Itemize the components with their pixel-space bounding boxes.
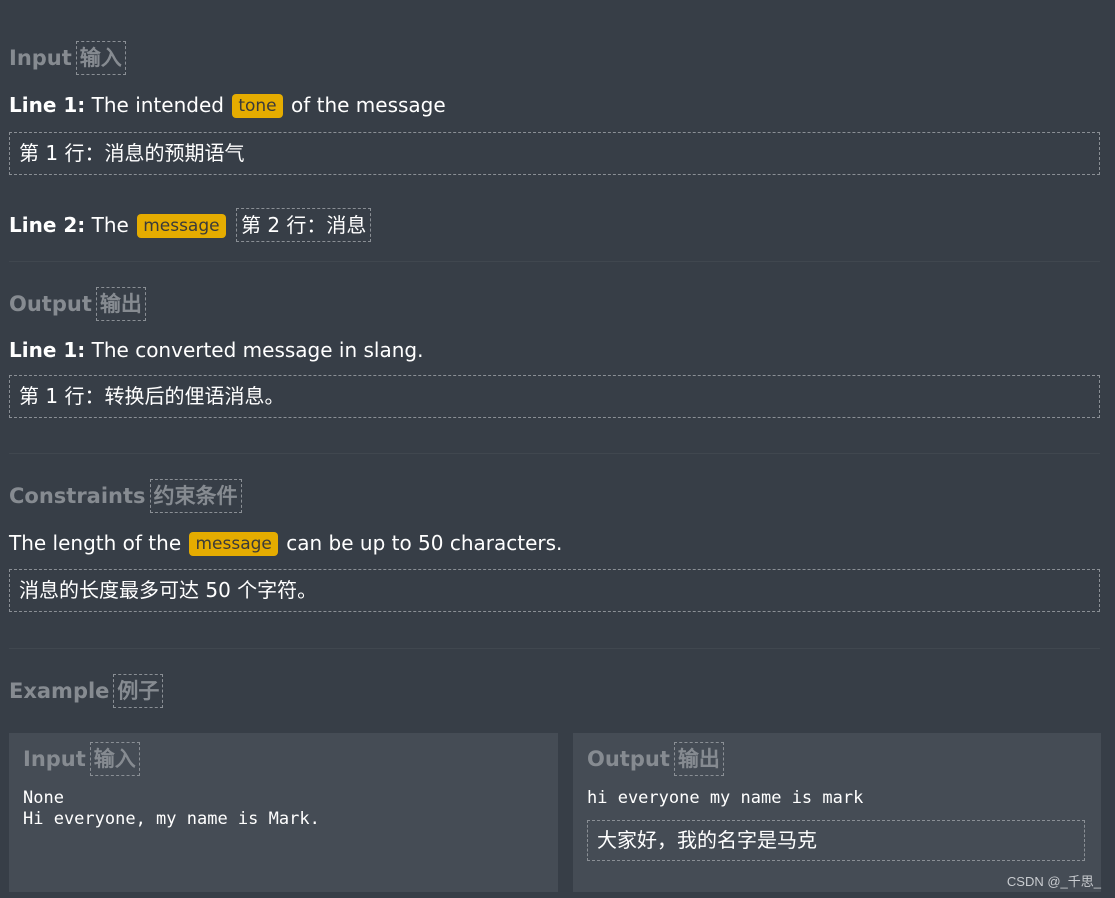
constraints-post: can be up to 50 characters.: [286, 531, 563, 555]
example-output-heading: Output 输出: [587, 742, 724, 776]
input-line-1-post: of the message: [290, 93, 446, 117]
example-heading-text: Example: [9, 679, 110, 703]
message-tag: message: [189, 532, 278, 556]
constraints-heading: Constraints 约束条件: [9, 479, 242, 513]
input-line-1-label: Line 1:: [9, 93, 86, 117]
input-line-1-pre: The intended: [91, 93, 224, 117]
message-tag: message: [137, 214, 226, 238]
constraints-pre: The length of the: [9, 531, 182, 555]
input-line-2-translation: 第 2 行：消息: [235, 208, 372, 242]
output-line-1-translation: 第 1 行：转换后的俚语消息。: [9, 375, 1100, 418]
input-line-1-translation: 第 1 行：消息的预期语气: [9, 132, 1100, 175]
input-line-2-label: Line 2:: [9, 213, 86, 237]
divider: [9, 261, 1100, 262]
divider: [9, 453, 1100, 454]
example-output-heading-translation: 输出: [673, 742, 724, 776]
constraints-line: The length of the message can be up to 5…: [9, 528, 562, 558]
input-heading: Input 输入: [9, 41, 126, 75]
output-heading-translation: 输出: [95, 287, 146, 321]
divider: [9, 648, 1100, 649]
input-line-1: Line 1: The intended tone of the message: [9, 90, 446, 120]
tone-tag: tone: [232, 94, 283, 118]
csdn-watermark: CSDN @_千思_: [1006, 874, 1101, 889]
example-output-heading-text: Output: [587, 747, 670, 771]
example-input-code: None Hi everyone, my name is Mark.: [23, 788, 320, 829]
constraints-heading-text: Constraints: [9, 484, 146, 508]
constraints-heading-translation: 约束条件: [149, 479, 242, 513]
example-heading-translation: 例子: [113, 674, 164, 708]
example-input-panel: Input 输入 None Hi everyone, my name is Mar…: [9, 733, 558, 892]
output-heading-text: Output: [9, 292, 92, 316]
example-output-panel: Output 输出 hi everyone my name is mark 大家好…: [573, 733, 1101, 892]
problem-statement-page: Input 输入 Line 1: The intended tone of the…: [0, 0, 1115, 898]
input-line-2-pre: The: [91, 213, 129, 237]
example-output-code: hi everyone my name is mark: [587, 788, 864, 808]
example-input-heading-translation: 输入: [89, 742, 140, 776]
constraints-translation: 消息的长度最多可达 50 个字符。: [9, 569, 1100, 612]
output-line-1-label: Line 1:: [9, 338, 86, 362]
example-input-heading-text: Input: [23, 747, 86, 771]
input-line-2: Line 2: The message 第 2 行：消息: [9, 208, 372, 242]
example-output-translation: 大家好，我的名字是马克: [587, 820, 1085, 861]
output-line-1: Line 1: The converted message in slang.: [9, 335, 423, 365]
output-line-1-text: The converted message in slang.: [91, 338, 424, 362]
input-heading-text: Input: [9, 46, 72, 70]
example-heading: Example 例子: [9, 674, 164, 708]
output-heading: Output 输出: [9, 287, 146, 321]
input-heading-translation: 输入: [75, 41, 126, 75]
example-input-heading: Input 输入: [23, 742, 140, 776]
